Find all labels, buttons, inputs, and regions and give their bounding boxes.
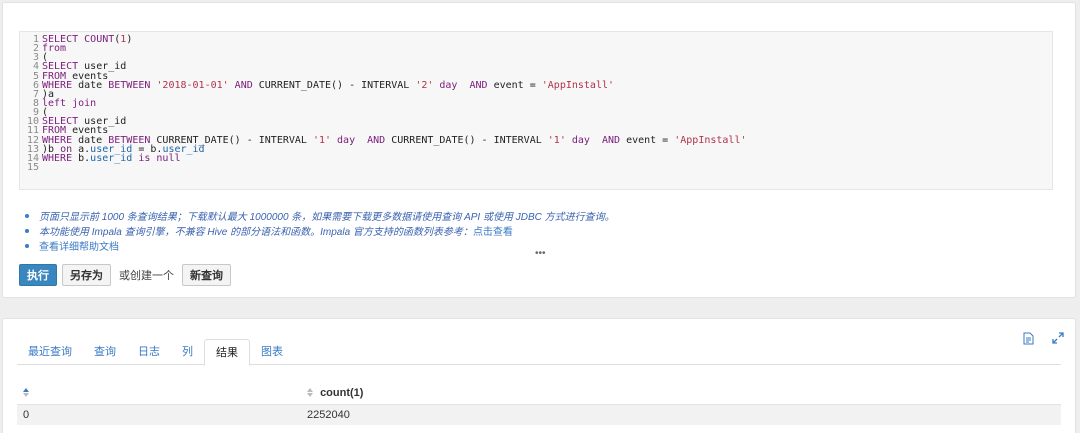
table-row: 0 2252040 <box>17 405 1061 425</box>
sort-icon[interactable] <box>307 388 313 398</box>
code-token: CURRENT_DATE() - INTERVAL <box>391 134 548 146</box>
or-create-label: 或创建一个 <box>119 270 174 282</box>
note-item: 页面只显示前 1000 条查询结果；下载默认最大 1000000 条，如果需要下… <box>25 208 615 223</box>
more-handle[interactable]: ••• <box>535 248 546 259</box>
code-line[interactable]: 10 SELECT user_id <box>20 117 1052 127</box>
results-panel: 最近查询 查询 日志列结果 图表 count(1) 0 2252040 <box>2 318 1076 433</box>
help-docs-link[interactable]: 查看详细帮助文档 <box>39 238 119 253</box>
tab-最近查询[interactable]: 最近查询 <box>17 339 83 365</box>
code-line[interactable]: 9( <box>20 108 1052 118</box>
code-line[interactable]: 1 SELECT COUNT(1) <box>20 34 1052 45</box>
code-token: event = <box>493 79 542 91</box>
query-editor-panel: 1 SELECT COUNT(1) 2 from 3(4 SELECT user_id 5 F… <box>2 2 1076 298</box>
code-line[interactable]: 7)a <box>20 89 1052 99</box>
code-token: AND <box>367 134 392 146</box>
code-token: b. <box>78 152 91 164</box>
code-token: 'AppInstall' <box>541 79 615 91</box>
view-functions-link[interactable]: 点击查看 <box>473 223 513 238</box>
code-token: day <box>433 79 470 91</box>
code-token: event = <box>626 134 675 146</box>
code-token: '1' <box>312 134 332 146</box>
code-line[interactable]: 15 <box>20 161 1052 173</box>
note-text: 本功能使用 Impala 查询引擎，不兼容 Hive 的部分语法和函数。Impa… <box>39 227 473 238</box>
code-line[interactable]: 4 SELECT user_id <box>20 62 1052 72</box>
note-item: 本功能使用 Impala 查询引擎，不兼容 Hive 的部分语法和函数。Impa… <box>25 223 615 238</box>
code-line[interactable]: 6 WHERE date BETWEEN '2018-01-01' AND CUR… <box>20 79 1052 91</box>
count-column-header[interactable]: count(1) <box>307 387 1061 399</box>
table-header: count(1) <box>17 381 1061 405</box>
sql-editor[interactable]: 1 SELECT COUNT(1) 2 from 3(4 SELECT user_id 5 F… <box>19 31 1053 190</box>
code-token: '2018-01-01' <box>156 79 229 91</box>
line-number: 15 <box>26 161 39 173</box>
code-line[interactable]: 3( <box>20 53 1052 63</box>
bullet-icon <box>25 213 29 218</box>
code-line[interactable]: 8 left join <box>20 97 1052 109</box>
help-notes: 页面只显示前 1000 条查询结果；下载默认最大 1000000 条，如果需要下… <box>25 208 615 253</box>
new-query-button[interactable]: 新查询 <box>182 264 231 286</box>
save-as-button[interactable]: 另存为 <box>62 264 111 286</box>
sql-code[interactable]: 1 SELECT COUNT(1) 2 from 3(4 SELECT user_id 5 F… <box>20 34 1052 173</box>
code-token: 'AppInstall' <box>674 134 747 146</box>
result-tabs: 最近查询 查询 日志列结果 图表 <box>17 339 1061 366</box>
sort-icon[interactable] <box>23 388 29 398</box>
note-item: 查看详细帮助文档 <box>25 238 615 253</box>
code-token: AND <box>601 134 627 146</box>
code-token: WHERE <box>42 152 79 164</box>
tab-结果[interactable]: 结果 <box>204 339 250 366</box>
bullet-icon <box>25 228 29 233</box>
tab-查询[interactable]: 查询 <box>83 339 127 365</box>
count-value: 2252040 <box>307 409 350 421</box>
code-token: '1' <box>547 134 566 146</box>
row-index: 0 <box>23 409 30 421</box>
code-token: user_id <box>90 152 133 164</box>
index-column-header[interactable] <box>17 387 307 399</box>
run-button[interactable]: 执行 <box>19 264 57 286</box>
tab-列[interactable]: 列 <box>171 339 204 365</box>
code-token: is null <box>132 152 181 164</box>
code-token: day <box>331 134 368 146</box>
code-token: COUNT <box>84 34 115 45</box>
note-text: 页面只显示前 1000 条查询结果；下载默认最大 1000000 条，如果需要下… <box>39 212 615 223</box>
code-token: CURRENT_DATE() - INTERVAL <box>258 79 416 91</box>
code-token: '2' <box>415 79 434 91</box>
code-token: left join <box>42 97 97 109</box>
code-token: day <box>565 134 602 146</box>
code-token: BETWEEN <box>108 79 157 91</box>
result-table: count(1) 0 2252040 <box>17 381 1061 425</box>
code-token: AND <box>228 79 259 91</box>
code-token: AND <box>469 79 494 91</box>
column-title: count(1) <box>320 386 364 399</box>
code-line[interactable]: 14 WHERE b. user_id is null <box>20 152 1052 164</box>
code-line[interactable]: 2 from <box>20 44 1052 54</box>
code-token: ) <box>126 34 133 45</box>
bullet-icon <box>25 243 29 248</box>
tab-图表[interactable]: 图表 <box>250 339 294 365</box>
tab-日志[interactable]: 日志 <box>127 339 171 365</box>
code-token: date <box>78 79 109 91</box>
query-actions: 执行 另存为 或创建一个 新查询 <box>19 264 231 286</box>
